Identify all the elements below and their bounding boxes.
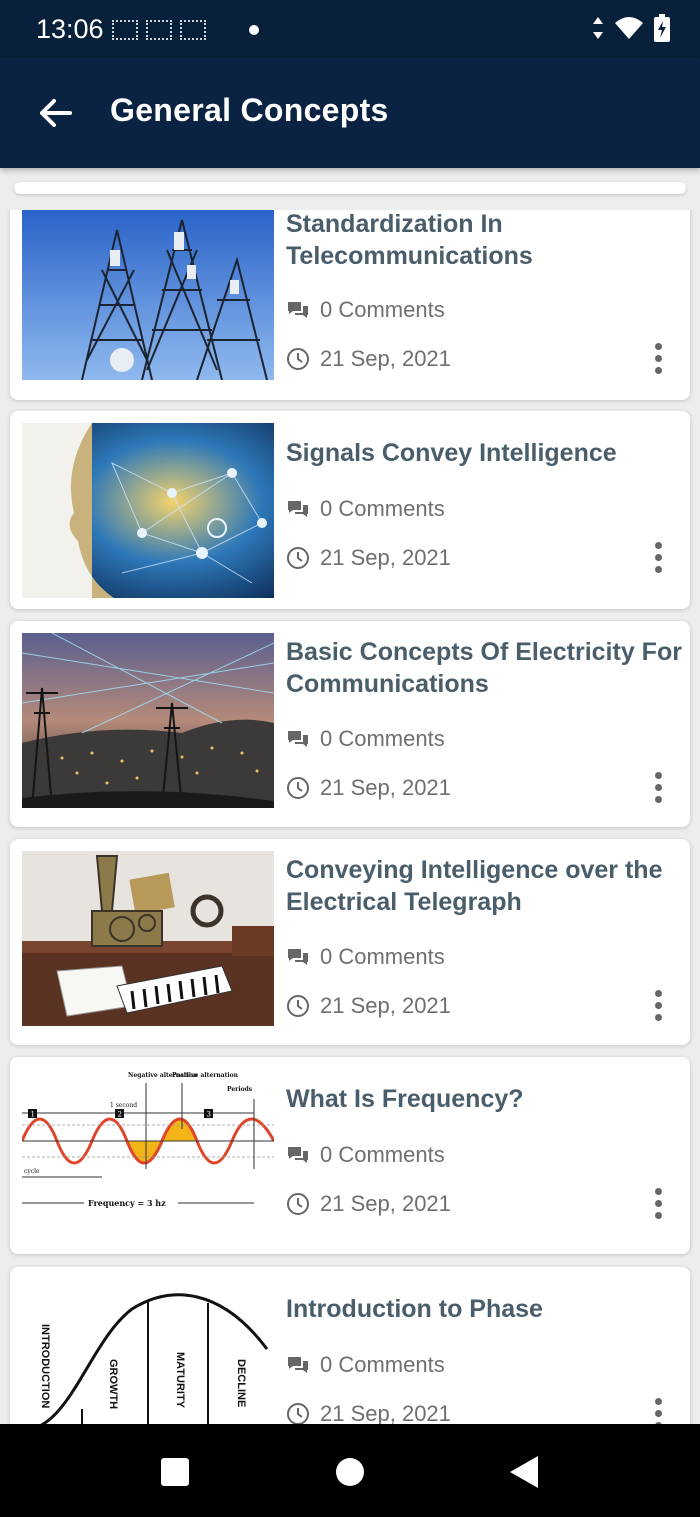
date-text: 21 Sep, 2021 [320, 545, 451, 570]
clock-icon [287, 1193, 309, 1215]
comments-icon [288, 949, 308, 965]
home-button[interactable] [330, 1452, 370, 1492]
comments-count: 0 Comments [320, 1142, 445, 1167]
status-icons [592, 14, 670, 42]
article-title: Introduction to Phase [286, 1295, 543, 1323]
status-bar: 13:06 [0, 0, 700, 58]
marker-label: 1 [31, 1111, 35, 1119]
frequency-label: Frequency = 3 hz [88, 1198, 166, 1208]
article-comments: 0 Comments [286, 944, 445, 970]
circle-icon [336, 1458, 364, 1486]
article-list: Standardization In Telecommunications 0 … [0, 210, 700, 1424]
article-date: 21 Sep, 2021 [286, 1401, 451, 1424]
battery-charging-icon [654, 14, 670, 42]
comments-icon [288, 1147, 308, 1163]
article-thumbnail: 1 2 3 Negative alternation Positive alte… [22, 1069, 274, 1244]
clock-icon [287, 348, 309, 370]
comments-count: 0 Comments [320, 297, 445, 322]
comments-icon [288, 501, 308, 517]
positive-alternation-label: Positive alternation [172, 1072, 239, 1079]
date-text: 21 Sep, 2021 [320, 1401, 451, 1424]
stage-label: DECLINE [235, 1359, 247, 1407]
article-card[interactable]: Basic Concepts Of Electricity For Commun… [10, 621, 690, 827]
article-date: 21 Sep, 2021 [286, 545, 451, 571]
article-title: Standardization In Telecommunications [286, 210, 533, 270]
article-comments: 0 Comments [286, 1352, 445, 1378]
date-text: 21 Sep, 2021 [320, 993, 451, 1018]
article-thumbnail [22, 633, 274, 808]
status-time: 13:06 [36, 14, 104, 44]
app-bar: General Concepts [0, 58, 700, 168]
comments-count: 0 Comments [320, 944, 445, 969]
date-text: 21 Sep, 2021 [320, 775, 451, 800]
comments-icon [288, 302, 308, 318]
notification-icon [180, 20, 206, 40]
comments-count: 0 Comments [320, 726, 445, 751]
comments-count: 0 Comments [320, 1352, 445, 1377]
article-title: Basic Concepts Of Electricity For Commun… [286, 638, 682, 698]
date-text: 21 Sep, 2021 [320, 346, 451, 371]
article-title: Conveying Intelligence over the Electric… [286, 856, 663, 916]
notification-icon [112, 20, 138, 40]
article-comments: 0 Comments [286, 726, 445, 752]
stage-label: MATURITY [174, 1352, 186, 1409]
clock-icon [287, 547, 309, 569]
stage-label: GROWTH [107, 1359, 119, 1409]
search-bar[interactable] [14, 182, 686, 194]
recents-button[interactable] [155, 1452, 195, 1492]
more-options-button[interactable] [648, 1395, 668, 1424]
triangle-back-icon [510, 1456, 538, 1488]
article-date: 21 Sep, 2021 [286, 1191, 451, 1217]
more-options-button[interactable] [648, 769, 668, 805]
article-card[interactable]: Signals Convey Intelligence 0 Comments 2… [10, 411, 690, 609]
wifi-icon [615, 17, 643, 39]
stage-label: INTRODUCTION [39, 1324, 51, 1408]
more-options-button[interactable] [648, 539, 668, 575]
article-card[interactable]: INTRODUCTION GROWTH MATURITY DECLINE Int… [10, 1267, 690, 1424]
back-button[interactable] [30, 90, 80, 136]
marker-label: 3 [207, 1111, 211, 1119]
data-arrows-icon [593, 17, 603, 39]
comments-icon [288, 1357, 308, 1373]
notification-icons [112, 18, 206, 42]
second-label: 1 second [110, 1102, 137, 1109]
article-thumbnail [22, 851, 274, 1026]
article-comments: 0 Comments [286, 1142, 445, 1168]
article-comments: 0 Comments [286, 297, 445, 323]
article-title: What Is Frequency? [286, 1085, 524, 1113]
article-comments: 0 Comments [286, 496, 445, 522]
comments-count: 0 Comments [320, 496, 445, 521]
article-date: 21 Sep, 2021 [286, 346, 451, 372]
article-card[interactable]: Conveying Intelligence over the Electric… [10, 839, 690, 1045]
square-icon [161, 1458, 189, 1486]
clock-icon [287, 995, 309, 1017]
marker-label: 2 [118, 1111, 122, 1119]
more-options-button[interactable] [648, 987, 668, 1023]
article-date: 21 Sep, 2021 [286, 993, 451, 1019]
date-text: 21 Sep, 2021 [320, 1191, 451, 1216]
article-title: Signals Convey Intelligence [286, 439, 617, 467]
notification-dot-icon [249, 25, 259, 35]
system-nav-bar [0, 1424, 700, 1517]
page-title: General Concepts [110, 92, 389, 128]
article-thumbnail [22, 210, 274, 380]
article-thumbnail: INTRODUCTION GROWTH MATURITY DECLINE [22, 1279, 274, 1424]
clock-icon [287, 1403, 309, 1424]
clock-icon [287, 777, 309, 799]
more-options-button[interactable] [648, 340, 668, 376]
article-thumbnail [22, 423, 274, 598]
comments-icon [288, 731, 308, 747]
article-card[interactable]: 1 2 3 Negative alternation Positive alte… [10, 1057, 690, 1254]
article-card[interactable]: Standardization In Telecommunications 0 … [10, 210, 690, 400]
cycle-label: cycle [24, 1168, 40, 1175]
back-nav-button[interactable] [504, 1452, 544, 1492]
article-date: 21 Sep, 2021 [286, 775, 451, 801]
arrow-back-icon [40, 99, 72, 127]
notification-icon [146, 20, 172, 40]
more-options-button[interactable] [648, 1185, 668, 1221]
periods-label: Periods [227, 1086, 253, 1093]
